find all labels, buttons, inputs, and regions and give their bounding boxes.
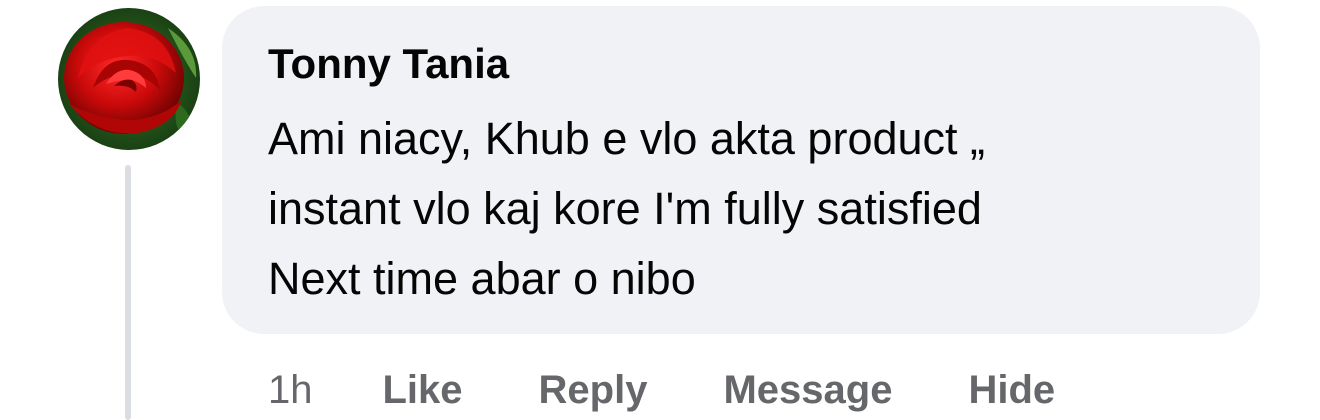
reply-thread-line <box>125 165 131 420</box>
comment: Tonny Tania Ami niacy, Khub e vlo akta p… <box>0 0 1320 420</box>
author-name[interactable]: Tonny Tania <box>268 36 1214 92</box>
timestamp[interactable]: 1h <box>268 368 313 413</box>
comment-text-line: instant vlo kaj kore I'm fully satisfied <box>268 183 982 234</box>
avatar[interactable] <box>58 8 200 150</box>
comment-text-line: Ami niacy, Khub e vlo akta product „ <box>268 113 986 164</box>
comment-text: Ami niacy, Khub e vlo akta product „ ins… <box>268 104 1214 314</box>
comment-bubble: Tonny Tania Ami niacy, Khub e vlo akta p… <box>222 6 1260 334</box>
reply-button[interactable]: Reply <box>539 368 648 413</box>
comment-actions: 1h Like Reply Message Hide <box>268 360 1055 420</box>
like-button[interactable]: Like <box>383 368 463 413</box>
comment-text-line: Next time abar o nibo <box>268 253 696 304</box>
message-button[interactable]: Message <box>723 368 892 413</box>
hide-button[interactable]: Hide <box>968 368 1055 413</box>
rose-icon <box>58 8 200 150</box>
